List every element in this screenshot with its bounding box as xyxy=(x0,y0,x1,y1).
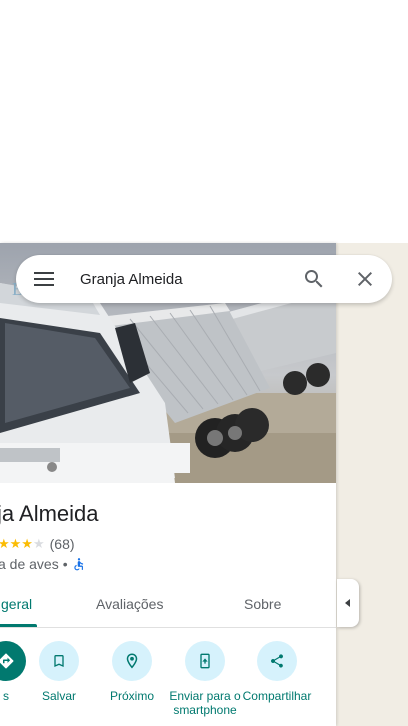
menu-line-icon xyxy=(34,278,54,280)
search-icon[interactable] xyxy=(302,267,326,291)
caret-left-icon xyxy=(345,599,350,607)
menu-button[interactable] xyxy=(30,267,58,291)
place-category[interactable]: a de aves xyxy=(0,556,59,572)
share-icon xyxy=(257,641,297,681)
nearby-icon xyxy=(112,641,152,681)
menu-line-icon xyxy=(34,284,54,286)
collapse-panel-button[interactable] xyxy=(337,579,359,627)
reviews-count[interactable]: (68) xyxy=(50,536,75,552)
star-rating-icons: ★★★★ xyxy=(0,536,45,551)
tab-reviews[interactable]: Avaliações xyxy=(96,596,163,612)
send-to-phone-button[interactable]: Enviar para o smartphone xyxy=(165,641,245,717)
share-button[interactable]: Compartilhar xyxy=(237,641,317,703)
map-area[interactable] xyxy=(336,243,408,726)
active-tab-indicator xyxy=(0,624,37,627)
save-label: Salvar xyxy=(41,689,76,703)
tab-overview[interactable]: geral xyxy=(1,596,32,612)
send-to-phone-icon xyxy=(185,641,225,681)
menu-line-icon xyxy=(34,272,54,274)
wheelchair-accessible-icon xyxy=(73,558,83,571)
category-row: a de aves • xyxy=(0,556,86,572)
tab-about[interactable]: Sobre xyxy=(244,596,281,612)
nearby-button[interactable]: Próximo xyxy=(92,641,172,703)
bookmark-icon xyxy=(39,641,79,681)
place-title: ja Almeida xyxy=(0,501,99,526)
action-buttons: s Salvar Próximo Enviar para o smartphon… xyxy=(0,641,336,726)
nearby-label: Próximo xyxy=(109,689,154,703)
save-button[interactable]: Salvar xyxy=(19,641,99,703)
send-to-phone-label: Enviar para o smartphone xyxy=(169,689,241,717)
search-bar xyxy=(16,255,392,303)
category-separator: • xyxy=(62,556,68,572)
place-panel: Benz ja Almeida ★★★★ (68) a de aves • ge… xyxy=(0,243,336,726)
close-icon[interactable] xyxy=(353,267,377,291)
share-label: Compartilhar xyxy=(242,689,312,703)
place-tabs: geral Avaliações Sobre xyxy=(0,583,336,628)
search-input[interactable] xyxy=(80,267,290,291)
rating-row: ★★★★ (68) xyxy=(0,536,75,552)
